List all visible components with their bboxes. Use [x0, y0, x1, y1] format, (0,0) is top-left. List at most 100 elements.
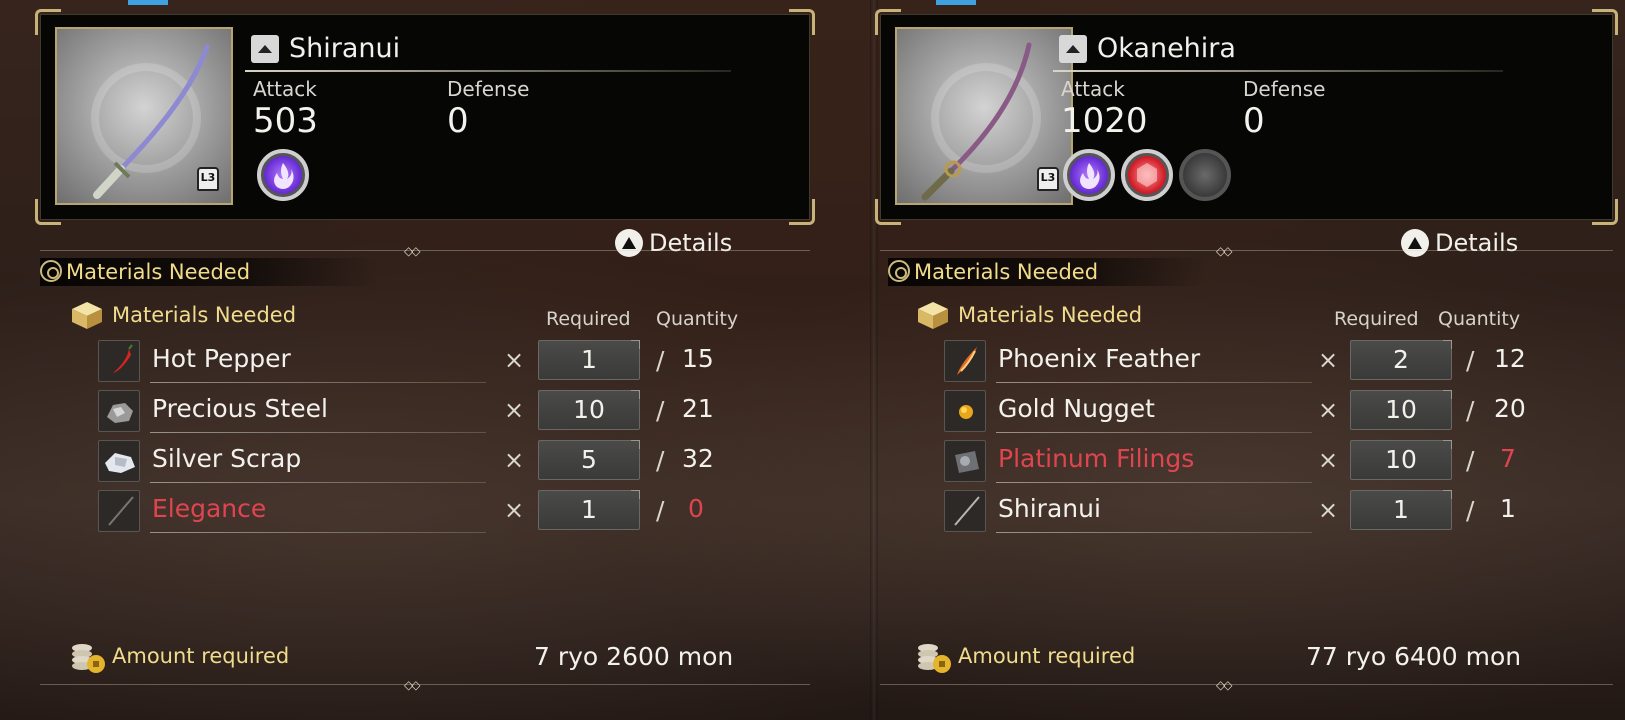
row-underline	[996, 532, 1312, 533]
frame-corner	[1592, 199, 1618, 225]
material-row[interactable]: Hot Pepper × 1 / 15	[98, 340, 738, 383]
amount-row: Amount required 7 ryo 2600 mon	[70, 640, 750, 680]
owned-quantity: 0	[688, 494, 704, 523]
row-underline	[996, 432, 1312, 433]
weapon-thumbnail[interactable]: L3	[55, 27, 233, 205]
hot-pepper-icon	[98, 340, 140, 382]
coins-icon	[72, 644, 105, 673]
amount-row: Amount required 77 ryo 6400 mon	[916, 640, 1576, 680]
row-underline	[150, 482, 486, 483]
upgrade-panel-right: L3 Okanehira Attack Defense 1020 0 Detai…	[875, 0, 1625, 720]
materials-subhead-label: Materials Needed	[958, 303, 1143, 327]
material-row[interactable]: Phoenix Feather × 2 / 12	[944, 340, 1564, 383]
material-row[interactable]: Silver Scrap × 5 / 32	[98, 440, 738, 483]
required-column-header: Required	[546, 308, 631, 330]
material-name: Silver Scrap	[152, 444, 302, 473]
defense-label: Defense	[447, 77, 530, 101]
section-separator	[880, 250, 1613, 251]
attack-label: Attack	[253, 77, 317, 101]
multiply-sign: ×	[504, 346, 525, 374]
sword-icon	[98, 490, 140, 532]
amount-required-label: Amount required	[958, 644, 1136, 668]
row-underline	[150, 382, 486, 383]
quantity-column-header: Quantity	[1438, 308, 1521, 330]
attack-label: Attack	[1061, 77, 1125, 101]
separator-ornament: ◇◇	[1216, 678, 1233, 692]
defense-label: Defense	[1243, 77, 1326, 101]
material-row[interactable]: Platinum Filings × 10 / 7	[944, 440, 1564, 483]
weapon-info-box: L3 Okanehira Attack Defense 1020 0 Detai…	[875, 9, 1618, 257]
required-amount: 10	[538, 390, 640, 430]
triangle-button-icon	[1401, 229, 1429, 257]
section-header: Materials Needed	[40, 258, 380, 286]
amount-required-label: Amount required	[112, 644, 290, 668]
weapon-name: Shiranui	[289, 33, 401, 64]
material-row[interactable]: Gold Nugget × 10 / 20	[944, 390, 1564, 433]
bottom-separator	[40, 684, 810, 685]
slash: /	[1466, 446, 1475, 475]
weapon-name-row: Shiranui	[251, 33, 400, 64]
panel-divider	[870, 0, 878, 720]
precious-steel-icon	[98, 390, 140, 432]
row-underline	[996, 382, 1312, 383]
upgrade-arrow-icon	[251, 34, 279, 63]
attack-value: 503	[253, 101, 318, 141]
ruby-rune-icon[interactable]	[1121, 149, 1173, 201]
slash: /	[656, 446, 665, 475]
material-row[interactable]: Elegance × 1 / 0	[98, 490, 738, 533]
amount-required-value: 77 ryo 6400 mon	[1306, 642, 1522, 671]
tab-indicator	[936, 0, 976, 5]
material-row[interactable]: Precious Steel × 10 / 21	[98, 390, 738, 433]
owned-quantity: 20	[1494, 394, 1526, 423]
fire-rune-icon[interactable]	[257, 149, 309, 201]
details-button[interactable]: Details	[1401, 229, 1518, 257]
coins-icon	[918, 644, 951, 673]
owned-quantity: 12	[1494, 344, 1526, 373]
name-underline	[245, 70, 731, 72]
upgrade-arrow-icon	[1059, 34, 1087, 63]
phoenix-feather-icon	[944, 340, 986, 382]
defense-value: 0	[1243, 101, 1265, 141]
separator-ornament: ◇◇	[404, 244, 421, 258]
owned-quantity: 21	[682, 394, 714, 423]
multiply-sign: ×	[1318, 346, 1339, 374]
slash: /	[656, 496, 665, 525]
slash: /	[1466, 496, 1475, 525]
weapon-thumbnail[interactable]: L3	[895, 27, 1073, 205]
section-header: Materials Needed	[888, 258, 1208, 286]
amount-required-value: 7 ryo 2600 mon	[534, 642, 734, 671]
multiply-sign: ×	[1318, 396, 1339, 424]
material-name: Elegance	[152, 494, 267, 523]
details-button[interactable]: Details	[615, 229, 732, 257]
upgrade-panel-left: L3 Shiranui Attack Defense 503 0 Details…	[0, 0, 860, 720]
details-label: Details	[649, 229, 733, 257]
separator-ornament: ◇◇	[1216, 244, 1233, 258]
materials-subhead: Materials Needed	[916, 300, 1142, 330]
silver-scrap-icon	[98, 440, 140, 482]
weapon-name: Okanehira	[1097, 33, 1236, 64]
l3-button-icon: L3	[1037, 167, 1059, 191]
quantity-column-header: Quantity	[656, 308, 739, 330]
sword-icon	[944, 490, 986, 532]
material-row[interactable]: Shiranui × 1 / 1	[944, 490, 1564, 533]
owned-quantity: 7	[1500, 444, 1516, 473]
separator-ornament: ◇◇	[404, 678, 421, 692]
gold-nugget-icon	[944, 390, 986, 432]
frame-corner	[789, 9, 815, 35]
section-title: Materials Needed	[914, 260, 1099, 284]
required-amount: 1	[538, 490, 640, 530]
materials-subhead-label: Materials Needed	[112, 303, 297, 327]
weapon-name-row: Okanehira	[1059, 33, 1236, 64]
row-underline	[150, 432, 486, 433]
row-underline	[996, 482, 1312, 483]
required-amount: 1	[1350, 490, 1452, 530]
materials-box-icon	[918, 302, 948, 329]
material-name: Hot Pepper	[152, 344, 291, 373]
required-amount: 1	[538, 340, 640, 380]
row-underline	[150, 532, 486, 533]
owned-quantity: 32	[682, 444, 714, 473]
section-title: Materials Needed	[66, 260, 251, 284]
empty-rune-slot-icon[interactable]	[1179, 149, 1231, 201]
material-name: Shiranui	[998, 494, 1101, 523]
fire-rune-icon[interactable]	[1063, 149, 1115, 201]
